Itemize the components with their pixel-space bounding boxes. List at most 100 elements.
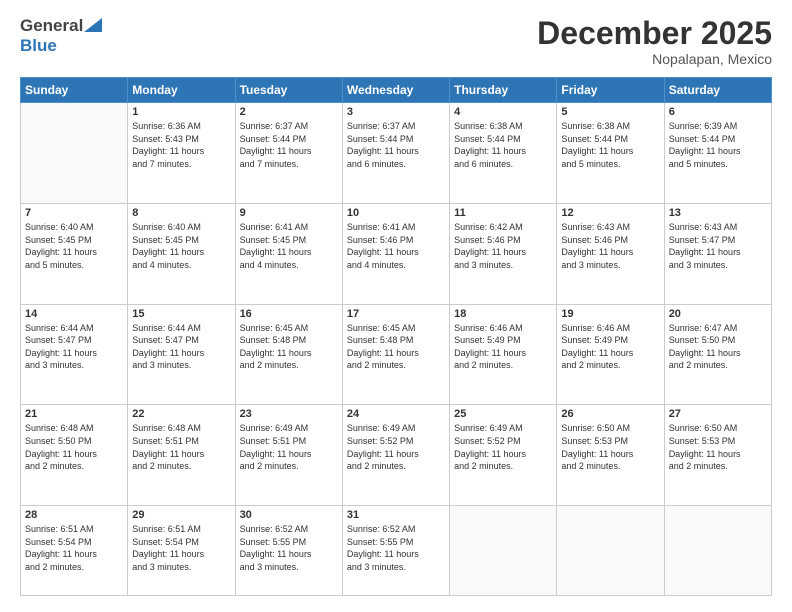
day-info: Sunrise: 6:43 AMSunset: 5:47 PMDaylight:… [669, 221, 767, 271]
table-row: 24 Sunrise: 6:49 AMSunset: 5:52 PMDayligh… [342, 405, 449, 506]
day-number: 16 [240, 308, 338, 320]
header: General Blue December 2025 Nopalapan, Me… [20, 16, 772, 67]
day-info: Sunrise: 6:39 AMSunset: 5:44 PMDaylight:… [669, 120, 767, 170]
day-info: Sunrise: 6:49 AMSunset: 5:51 PMDaylight:… [240, 422, 338, 472]
logo: General Blue [20, 16, 102, 56]
day-info: Sunrise: 6:50 AMSunset: 5:53 PMDaylight:… [669, 422, 767, 472]
day-info: Sunrise: 6:51 AMSunset: 5:54 PMDaylight:… [132, 523, 230, 573]
day-number: 11 [454, 207, 552, 219]
day-info: Sunrise: 6:47 AMSunset: 5:50 PMDaylight:… [669, 322, 767, 372]
day-info: Sunrise: 6:40 AMSunset: 5:45 PMDaylight:… [132, 221, 230, 271]
day-info: Sunrise: 6:37 AMSunset: 5:44 PMDaylight:… [347, 120, 445, 170]
col-tuesday: Tuesday [235, 78, 342, 103]
table-row: 14 Sunrise: 6:44 AMSunset: 5:47 PMDayligh… [21, 304, 128, 405]
table-row: 10Sunrise: 6:41 AMSunset: 5:46 PMDayligh… [342, 203, 449, 304]
table-row: 6 Sunrise: 6:39 AMSunset: 5:44 PMDaylight… [664, 103, 771, 204]
table-row: 5Sunrise: 6:38 AMSunset: 5:44 PMDaylight… [557, 103, 664, 204]
day-info: Sunrise: 6:43 AMSunset: 5:46 PMDaylight:… [561, 221, 659, 271]
table-row: 3 Sunrise: 6:37 AMSunset: 5:44 PMDaylight… [342, 103, 449, 204]
col-sunday: Sunday [21, 78, 128, 103]
day-number: 24 [347, 408, 445, 420]
table-row: 2 Sunrise: 6:37 AMSunset: 5:44 PMDaylight… [235, 103, 342, 204]
table-row: 23 Sunrise: 6:49 AMSunset: 5:51 PMDayligh… [235, 405, 342, 506]
table-row: 26 Sunrise: 6:50 AMSunset: 5:53 PMDayligh… [557, 405, 664, 506]
day-number: 19 [561, 308, 659, 320]
day-number: 8 [132, 207, 230, 219]
day-number: 4 [454, 106, 552, 118]
day-info: Sunrise: 6:46 AMSunset: 5:49 PMDaylight:… [454, 322, 552, 372]
table-row: 18 Sunrise: 6:46 AMSunset: 5:49 PMDayligh… [450, 304, 557, 405]
day-number: 6 [669, 106, 767, 118]
table-row: 15 Sunrise: 6:44 AMSunset: 5:47 PMDayligh… [128, 304, 235, 405]
day-info: Sunrise: 6:36 AMSunset: 5:43 PMDaylight:… [132, 120, 230, 170]
table-row: 29Sunrise: 6:51 AMSunset: 5:54 PMDayligh… [128, 506, 235, 596]
day-number: 25 [454, 408, 552, 420]
table-row: 25 Sunrise: 6:49 AMSunset: 5:52 PMDayligh… [450, 405, 557, 506]
day-number: 21 [25, 408, 123, 420]
logo-general-text: General [20, 16, 83, 36]
day-number: 26 [561, 408, 659, 420]
day-info: Sunrise: 6:41 AMSunset: 5:46 PMDaylight:… [347, 221, 445, 271]
page: General Blue December 2025 Nopalapan, Me… [0, 0, 792, 612]
title-block: December 2025 Nopalapan, Mexico [537, 16, 772, 67]
table-row: 13 Sunrise: 6:43 AMSunset: 5:47 PMDayligh… [664, 203, 771, 304]
calendar-table: Sunday Monday Tuesday Wednesday Thursday… [20, 77, 772, 596]
table-row: 31Sunrise: 6:52 AMSunset: 5:55 PMDayligh… [342, 506, 449, 596]
table-row: 19 Sunrise: 6:46 AMSunset: 5:49 PMDayligh… [557, 304, 664, 405]
table-row: 4 Sunrise: 6:38 AMSunset: 5:44 PMDaylight… [450, 103, 557, 204]
table-row: 8 Sunrise: 6:40 AMSunset: 5:45 PMDaylight… [128, 203, 235, 304]
day-number: 12 [561, 207, 659, 219]
logo-triangle-icon [84, 18, 102, 32]
table-row: 27Sunrise: 6:50 AMSunset: 5:53 PMDayligh… [664, 405, 771, 506]
col-wednesday: Wednesday [342, 78, 449, 103]
day-number: 2 [240, 106, 338, 118]
day-info: Sunrise: 6:38 AMSunset: 5:44 PMDaylight:… [561, 120, 659, 170]
day-info: Sunrise: 6:52 AMSunset: 5:55 PMDaylight:… [240, 523, 338, 573]
day-number: 30 [240, 509, 338, 521]
logo-blue-text: Blue [20, 36, 57, 56]
table-row: 9 Sunrise: 6:41 AMSunset: 5:45 PMDaylight… [235, 203, 342, 304]
day-number: 17 [347, 308, 445, 320]
table-row: 12 Sunrise: 6:43 AMSunset: 5:46 PMDayligh… [557, 203, 664, 304]
table-row: 21Sunrise: 6:48 AMSunset: 5:50 PMDayligh… [21, 405, 128, 506]
day-number: 1 [132, 106, 230, 118]
day-number: 28 [25, 509, 123, 521]
day-info: Sunrise: 6:44 AMSunset: 5:47 PMDaylight:… [132, 322, 230, 372]
location: Nopalapan, Mexico [537, 51, 772, 67]
day-info: Sunrise: 6:48 AMSunset: 5:51 PMDaylight:… [132, 422, 230, 472]
day-info: Sunrise: 6:42 AMSunset: 5:46 PMDaylight:… [454, 221, 552, 271]
day-info: Sunrise: 6:52 AMSunset: 5:55 PMDaylight:… [347, 523, 445, 573]
day-number: 13 [669, 207, 767, 219]
day-info: Sunrise: 6:46 AMSunset: 5:49 PMDaylight:… [561, 322, 659, 372]
table-row [450, 506, 557, 596]
col-monday: Monday [128, 78, 235, 103]
day-info: Sunrise: 6:41 AMSunset: 5:45 PMDaylight:… [240, 221, 338, 271]
day-info: Sunrise: 6:37 AMSunset: 5:44 PMDaylight:… [240, 120, 338, 170]
day-number: 22 [132, 408, 230, 420]
table-row: 30 Sunrise: 6:52 AMSunset: 5:55 PMDayligh… [235, 506, 342, 596]
day-number: 3 [347, 106, 445, 118]
day-number: 18 [454, 308, 552, 320]
day-number: 20 [669, 308, 767, 320]
day-info: Sunrise: 6:38 AMSunset: 5:44 PMDaylight:… [454, 120, 552, 170]
day-info: Sunrise: 6:49 AMSunset: 5:52 PMDaylight:… [454, 422, 552, 472]
day-info: Sunrise: 6:49 AMSunset: 5:52 PMDaylight:… [347, 422, 445, 472]
table-row [21, 103, 128, 204]
table-row: 7Sunrise: 6:40 AMSunset: 5:45 PMDaylight… [21, 203, 128, 304]
table-row: 1 Sunrise: 6:36 AMSunset: 5:43 PMDaylight… [128, 103, 235, 204]
table-row: 28Sunrise: 6:51 AMSunset: 5:54 PMDayligh… [21, 506, 128, 596]
calendar-header-row: Sunday Monday Tuesday Wednesday Thursday… [21, 78, 772, 103]
day-number: 9 [240, 207, 338, 219]
day-info: Sunrise: 6:50 AMSunset: 5:53 PMDaylight:… [561, 422, 659, 472]
day-number: 23 [240, 408, 338, 420]
col-saturday: Saturday [664, 78, 771, 103]
month-title: December 2025 [537, 16, 772, 51]
col-friday: Friday [557, 78, 664, 103]
day-number: 14 [25, 308, 123, 320]
table-row: 11 Sunrise: 6:42 AMSunset: 5:46 PMDayligh… [450, 203, 557, 304]
day-info: Sunrise: 6:40 AMSunset: 5:45 PMDaylight:… [25, 221, 123, 271]
table-row [664, 506, 771, 596]
day-number: 15 [132, 308, 230, 320]
table-row: 17Sunrise: 6:45 AMSunset: 5:48 PMDayligh… [342, 304, 449, 405]
day-info: Sunrise: 6:44 AMSunset: 5:47 PMDaylight:… [25, 322, 123, 372]
